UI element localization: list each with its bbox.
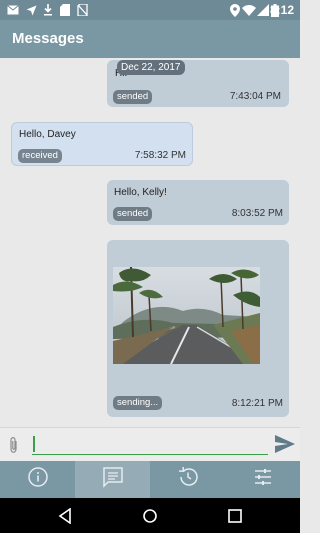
navigation-icon [24,3,38,17]
wifi-icon [242,3,256,17]
back-icon[interactable] [55,506,75,526]
info-icon [27,466,49,493]
attach-paperclip-icon[interactable] [8,436,20,459]
history-icon [177,466,199,493]
home-icon[interactable] [140,506,160,526]
nav-info[interactable] [0,461,75,498]
app-bar: Messages [0,20,300,58]
page-title: Messages [12,30,84,47]
status-bar: 8:12 [0,0,300,20]
message-bubble-received[interactable]: Hello, Davey received 7:58:32 PM [11,122,193,166]
composer [0,427,300,461]
nav-settings[interactable] [225,461,300,498]
status-badge: sending... [113,396,163,410]
message-text: Hello, Davey [19,129,76,140]
download-icon [41,3,55,17]
status-badge: sended [113,90,153,104]
message-bubble-sent[interactable]: Hello, Kelly! sended 8:03:52 PM [107,180,289,225]
chat-icon [102,466,124,493]
location-icon [228,3,242,17]
send-icon[interactable] [275,435,295,458]
nav-history[interactable] [150,461,225,498]
message-time: 8:03:52 PM [231,208,283,219]
status-time: 8:12 [269,3,294,17]
message-time: 7:43:04 PM [229,91,281,102]
date-chip: Dec 22, 2017 [117,60,185,75]
bottom-nav [0,461,300,498]
settings-sliders-icon [252,466,274,493]
message-bubble-sent-photo[interactable]: sending... 8:12:21 PM [107,240,289,417]
text-cursor [33,436,35,452]
message-time: 8:12:21 PM [231,398,283,409]
message-time: 7:58:32 PM [134,150,186,161]
mail-icon [6,3,20,17]
nav-chat[interactable] [75,461,150,498]
message-text: Hello, Kelly! [114,187,167,198]
status-badge: received [18,149,62,163]
status-badge: sended [113,207,153,221]
recents-icon[interactable] [225,506,245,526]
sd-card-icon [58,3,72,17]
message-list[interactable]: Hi! sended 7:43:04 PM Dec 22, 2017 Hello… [0,58,300,427]
system-nav-bar [0,498,300,533]
no-sim-icon [75,3,89,17]
photo-attachment[interactable] [113,267,260,364]
message-input[interactable] [32,433,268,455]
